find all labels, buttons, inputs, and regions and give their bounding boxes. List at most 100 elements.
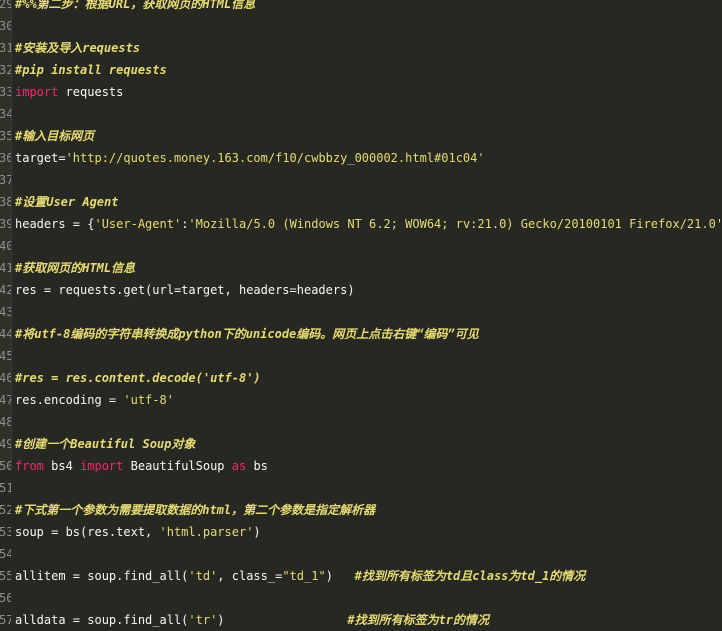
line-number: 29: [0, 0, 11, 11]
line-number: 49: [0, 437, 11, 451]
line-number: 46: [0, 371, 11, 385]
code-string: 'User-Agent': [94, 217, 182, 231]
code-text[interactable]: from bs4 import BeautifulSoup as bs: [15, 455, 268, 477]
code-comment: #安装及导入requests: [15, 41, 141, 55]
code-line[interactable]: 53 soup = bs(res.text, 'html.parser'): [0, 521, 722, 543]
code-string: 'Mozilla/5.0 (Windows NT 6.2; WOW64; rv:…: [188, 217, 722, 231]
code-comment: #下式第一个参数为需要提取数据的html，第二个参数是指定解析器: [15, 503, 376, 517]
code-string: 'tr': [188, 613, 218, 627]
code-line[interactable]: 29 #%%第二步：根据URL，获取网页的HTML信息: [0, 0, 722, 15]
line-number: 32: [0, 63, 11, 77]
code-text[interactable]: #输入目标网页: [15, 125, 94, 147]
code-line[interactable]: 45: [0, 345, 722, 367]
line-number: 38: [0, 195, 11, 209]
code-line[interactable]: 54: [0, 543, 722, 565]
line-number: 30: [0, 19, 11, 33]
code-token: bs: [246, 459, 268, 473]
code-line[interactable]: 42 res = requests.get(url=target, headers…: [0, 279, 722, 301]
code-line[interactable]: 50 from bs4 import BeautifulSoup as bs: [0, 455, 722, 477]
code-token: ): [325, 569, 355, 583]
code-comment: #找到所有标签为td且class为td_1的情况: [354, 569, 586, 583]
code-string: "td_1": [282, 569, 326, 583]
line-number: 51: [0, 481, 11, 495]
code-line[interactable]: 30: [0, 15, 722, 37]
code-text[interactable]: import requests: [15, 81, 123, 103]
line-number: 40: [0, 239, 11, 253]
code-line[interactable]: 31 #安装及导入requests: [0, 37, 722, 59]
code-line[interactable]: 56: [0, 587, 722, 609]
line-number: 36: [0, 151, 11, 165]
code-line[interactable]: 48: [0, 411, 722, 433]
code-line[interactable]: 57 alldata = soup.find_all('tr') #找到所有标签为…: [0, 609, 722, 631]
code-line[interactable]: 55 allitem = soup.find_all('td', class_="…: [0, 565, 722, 587]
code-line[interactable]: 49 #创建一个Beautiful Soup对象: [0, 433, 722, 455]
code-text[interactable]: #res = res.content.decode('utf-8'): [15, 367, 261, 389]
code-comment: #res = res.content.decode('utf-8'): [15, 371, 261, 385]
code-line[interactable]: 38 #设置User Agent: [0, 191, 722, 213]
code-line[interactable]: 34: [0, 103, 722, 125]
code-comment: #输入目标网页: [15, 129, 95, 143]
code-line[interactable]: 33 import requests: [0, 81, 722, 103]
code-text[interactable]: #设置User Agent: [15, 191, 118, 213]
line-number: 37: [0, 173, 11, 187]
line-number: 50: [0, 459, 11, 473]
code-token: soup = bs(res.text,: [15, 525, 160, 539]
line-number: 55: [0, 569, 11, 583]
line-number: 31: [0, 41, 11, 55]
code-editor[interactable]: 29 #%%第二步：根据URL，获取网页的HTML信息 30 31 #安装及导入requ…: [0, 0, 722, 627]
code-keyword: import: [80, 459, 124, 473]
code-line[interactable]: 52 #下式第一个参数为需要提取数据的html，第二个参数是指定解析器: [0, 499, 722, 521]
code-text[interactable]: headers = {'User-Agent':'Mozilla/5.0 (Wi…: [15, 213, 722, 235]
line-number: 48: [0, 415, 11, 429]
code-text[interactable]: #安装及导入requests: [15, 37, 140, 59]
code-string: 'html.parser': [159, 525, 254, 539]
code-text[interactable]: soup = bs(res.text, 'html.parser'): [15, 521, 261, 543]
code-keyword: as: [231, 459, 247, 473]
line-number: 33: [0, 85, 11, 99]
code-line[interactable]: 35 #输入目标网页: [0, 125, 722, 147]
line-number: 39: [0, 217, 11, 231]
code-text[interactable]: #pip install requests: [15, 59, 167, 81]
code-line[interactable]: 51: [0, 477, 722, 499]
line-number: 57: [0, 613, 11, 627]
code-text[interactable]: res.encoding = 'utf-8': [15, 389, 174, 411]
code-text[interactable]: target='http://quotes.money.163.com/f10/…: [15, 147, 485, 169]
line-number: 43: [0, 305, 11, 319]
code-line[interactable]: 43: [0, 301, 722, 323]
code-line[interactable]: 36 target='http://quotes.money.163.com/f1…: [0, 147, 722, 169]
code-keyword: import: [15, 85, 59, 99]
code-line[interactable]: 37: [0, 169, 722, 191]
code-keyword: from: [15, 459, 44, 473]
code-line[interactable]: 32 #pip install requests: [0, 59, 722, 81]
code-text[interactable]: res = requests.get(url=target, headers=h…: [15, 279, 355, 301]
code-token: , class_=: [217, 569, 283, 583]
code-comment: #pip install requests: [15, 63, 167, 77]
code-text[interactable]: alldata = soup.find_all('tr') #找到所有标签为tr…: [15, 609, 489, 631]
code-token: ): [217, 613, 348, 627]
code-comment: #设置User Agent: [15, 195, 119, 209]
code-string: 'utf-8': [123, 393, 174, 407]
code-text[interactable]: allitem = soup.find_all('td', class_="td…: [15, 565, 585, 587]
code-text[interactable]: #将utf-8编码的字符串转换成python下的unicode编码。网页上点击右…: [15, 323, 479, 345]
code-line[interactable]: 39 headers = {'User-Agent':'Mozilla/5.0 (…: [0, 213, 722, 235]
code-line[interactable]: 41 #获取网页的HTML信息: [0, 257, 722, 279]
code-token: res.encoding =: [15, 393, 124, 407]
code-text[interactable]: #下式第一个参数为需要提取数据的html，第二个参数是指定解析器: [15, 499, 375, 521]
line-number: 45: [0, 349, 11, 363]
code-line[interactable]: 40: [0, 235, 722, 257]
code-text[interactable]: #创建一个Beautiful Soup对象: [15, 433, 195, 455]
code-token: requests: [58, 85, 124, 99]
code-text[interactable]: #%%第二步：根据URL，获取网页的HTML信息: [15, 0, 255, 15]
code-line[interactable]: 46 #res = res.content.decode('utf-8'): [0, 367, 722, 389]
line-number: 34: [0, 107, 11, 121]
line-number: 56: [0, 591, 11, 605]
code-comment: #%%第二步：根据URL，获取网页的HTML信息: [15, 0, 256, 11]
code-token: bs4: [43, 459, 81, 473]
code-comment: #创建一个Beautiful Soup对象: [15, 437, 196, 451]
code-token: allitem = soup.find_all(: [15, 569, 189, 583]
code-token: headers = {: [15, 217, 95, 231]
code-line[interactable]: 44 #将utf-8编码的字符串转换成python下的unicode编码。网页上点…: [0, 323, 722, 345]
code-text[interactable]: #获取网页的HTML信息: [15, 257, 135, 279]
code-line[interactable]: 47 res.encoding = 'utf-8': [0, 389, 722, 411]
code-string: 'td': [188, 569, 218, 583]
